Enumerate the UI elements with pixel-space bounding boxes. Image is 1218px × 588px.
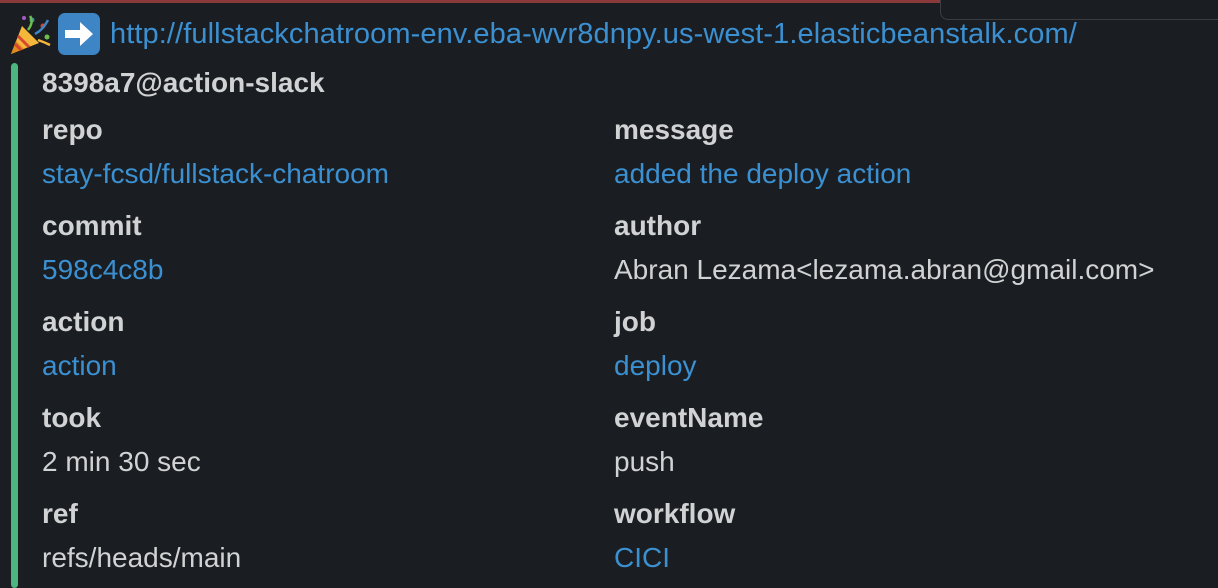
duration-value: 2 min 30 sec	[42, 446, 201, 477]
message-header: http://fullstackchatroom-env.eba-wvr8dnp…	[8, 12, 1077, 56]
field-repo: repo stay-fcsd/fullstack-chatroom	[42, 113, 389, 191]
field-ref: ref refs/heads/main	[42, 497, 241, 575]
deployment-url-link[interactable]: http://fullstackchatroom-env.eba-wvr8dnp…	[110, 18, 1077, 51]
field-label: eventName	[614, 402, 764, 433]
field-label: took	[42, 402, 102, 433]
field-action: action action	[42, 305, 124, 383]
field-job: job deploy	[614, 305, 697, 383]
field-label: commit	[42, 210, 142, 241]
commit-hash-link[interactable]: 598c4c8b	[42, 253, 163, 287]
field-label: message	[614, 114, 734, 145]
slack-message-view: { "header": { "emojis": ["party-popper-i…	[0, 0, 1218, 588]
field-label: ref	[42, 498, 78, 529]
action-link[interactable]: action	[42, 349, 124, 383]
commit-message-link[interactable]: added the deploy action	[614, 157, 911, 191]
field-commit: commit 598c4c8b	[42, 209, 163, 287]
field-label: workflow	[614, 498, 736, 529]
field-label: job	[614, 306, 656, 337]
field-label: repo	[42, 114, 103, 145]
attachment-color-bar	[11, 63, 18, 588]
top-divider	[0, 0, 940, 3]
event-name-value: push	[614, 446, 675, 477]
field-event-name: eventName push	[614, 401, 763, 479]
right-arrow-icon	[58, 13, 100, 55]
field-message: message added the deploy action	[614, 113, 911, 191]
field-label: action	[42, 306, 125, 337]
field-author: author Abran Lezama<lezama.abran@gmail.c…	[614, 209, 1154, 287]
field-took: took 2 min 30 sec	[42, 401, 201, 479]
field-workflow: workflow CICI	[614, 497, 735, 575]
workflow-link[interactable]: CICI	[614, 541, 735, 575]
author-value: Abran Lezama<lezama.abran@gmail.com>	[614, 254, 1155, 285]
attachment-title: 8398a7@action-slack	[42, 67, 325, 98]
field-label: author	[614, 210, 702, 241]
party-popper-icon	[8, 12, 52, 56]
ref-value: refs/heads/main	[42, 542, 242, 573]
job-link[interactable]: deploy	[614, 349, 697, 383]
repo-link[interactable]: stay-fcsd/fullstack-chatroom	[42, 157, 389, 191]
